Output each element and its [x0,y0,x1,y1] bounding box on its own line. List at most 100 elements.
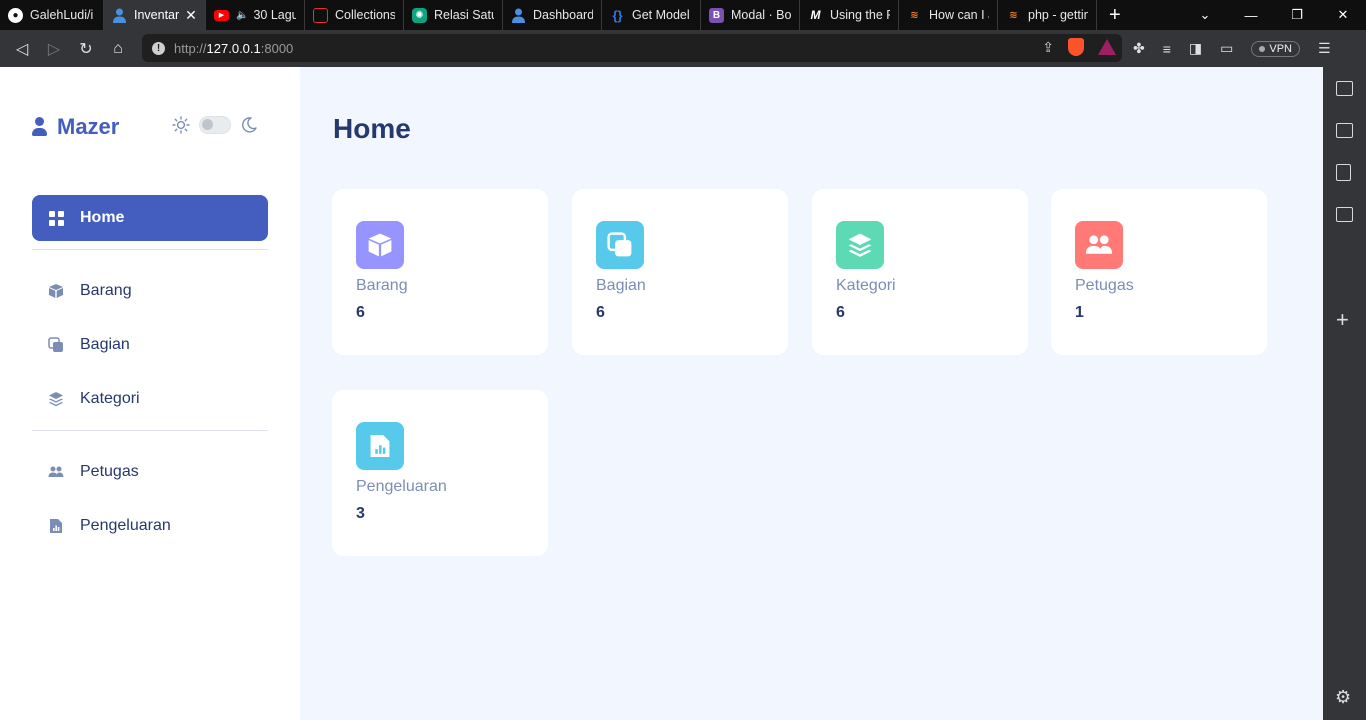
browser-toolbar: ◁ ▷ ↻ ⌂ ! http://127.0.0.1:8000 ⇪ ✤ ≡ ◨ … [0,30,1366,67]
back-icon[interactable]: ◁ [6,39,38,59]
settings-gear-icon[interactable]: ⚙ [1335,687,1351,708]
wallet-icon[interactable] [1336,123,1353,138]
browser-tab[interactable]: ≋ How can I a [899,0,998,30]
sidebar-item-label: Barang [80,282,132,299]
sidebar-item-kategori[interactable]: Kategori [32,376,268,422]
vpn-button[interactable]: VPN [1251,40,1300,57]
browser-tab-active[interactable]: Inventar ✕ [104,0,206,30]
sidebar-divider [32,249,268,250]
vpn-label: VPN [1269,42,1292,55]
minimize-button[interactable]: — [1228,8,1274,23]
vpn-status-icon [1259,45,1266,52]
wallet-icon[interactable]: ▭ [1220,40,1233,57]
sidebar-item-pengeluaran[interactable]: Pengeluaran [32,503,268,549]
browser-tab[interactable]: Dashboard [503,0,602,30]
tab-title: php - gettin [1028,8,1088,22]
media-icon[interactable]: ≡ [1163,41,1171,57]
sidebar-item-label: Kategori [80,390,140,407]
new-tab-button[interactable]: + [1109,4,1121,27]
theme-toggle [172,116,258,134]
switch-knob [202,119,213,130]
github-icon: ● [8,7,23,23]
app-sidebar: Mazer Home Barang Bagian Kategori Petuga… [0,67,300,720]
user-logo-icon [32,117,47,137]
layers-copy-icon [596,221,644,269]
sidebar-toggle-icon[interactable]: ◨ [1189,40,1202,57]
reading-list-icon[interactable] [1336,207,1353,222]
sidebar-divider [32,430,268,431]
browser-tab[interactable]: B Modal · Boo [701,0,800,30]
sidebar-item-label: Petugas [80,463,139,480]
browser-tab[interactable]: ● GalehLudi/i [0,0,104,30]
bootstrap-icon: B [709,7,724,23]
browser-tab[interactable]: ≋ php - gettin [998,0,1097,30]
close-window-button[interactable]: ✕ [1320,7,1366,23]
brave-shields-icon[interactable] [1068,38,1084,56]
people-icon [1075,221,1123,269]
sidebar-item-petugas[interactable]: Petugas [32,449,268,495]
add-panel-icon[interactable]: + [1336,309,1349,331]
sidebar-item-label: Bagian [80,336,130,353]
sidebar-item-label: Pengeluaran [80,517,171,534]
browser-tab[interactable]: {} Get Model [602,0,701,30]
layers-copy-icon [48,337,64,353]
grid-icon [48,210,64,226]
brave-rewards-icon[interactable] [1098,39,1116,55]
tab-title: How can I a [929,8,989,22]
address-bar[interactable]: ! http://127.0.0.1:8000 ⇪ [142,34,1122,62]
stat-label: Kategori [836,277,896,294]
braces-icon: {} [612,7,623,23]
report-file-icon [48,518,64,534]
page-title: Home [333,113,411,144]
bookmark-icon[interactable] [1336,164,1351,181]
tab-title: Modal · Boo [731,8,791,22]
sidebar-menu: Home Barang Bagian Kategori Petugas Peng… [32,195,268,557]
dark-mode-switch[interactable] [199,116,231,134]
stat-value: 6 [596,304,605,321]
mazer-icon [511,8,526,23]
stat-card-bagian: Bagian 6 [572,189,788,355]
sidebar-item-home[interactable]: Home [32,195,268,241]
stat-value: 6 [356,304,365,321]
sidebar-item-bagian[interactable]: Bagian [32,322,268,368]
site-info-icon[interactable]: ! [152,41,165,55]
tab-search-icon[interactable]: ⌄ [1182,7,1228,23]
audio-icon[interactable]: 🔈 [236,10,248,21]
tab-title: Inventar [134,8,180,22]
extensions-icon[interactable]: ✤ [1133,40,1145,57]
forward-icon[interactable]: ▷ [38,39,70,59]
tab-title: Collections [335,8,395,22]
sidebar-item-barang[interactable]: Barang [32,268,268,314]
stack-icon [48,391,64,407]
laravel-icon [313,7,328,23]
window-controls: ⌄ — ❐ ✕ [1182,0,1366,30]
tab-title: GalehLudi/i [30,8,94,22]
menu-icon[interactable]: ☰ [1318,40,1331,57]
url-text[interactable]: http://127.0.0.1:8000 [174,41,293,56]
browser-tab[interactable]: ▶ 🔈 30 Lagu [206,0,305,30]
stack-icon [836,221,884,269]
restore-button[interactable]: ❐ [1274,7,1320,23]
stat-label: Barang [356,277,408,294]
stat-value: 6 [836,304,845,321]
medium-icon: M [810,8,821,22]
sidebar-item-label: Home [80,209,125,226]
stat-label: Pengeluaran [356,478,447,495]
tab-title: 30 Lagu [253,8,296,22]
stackoverflow-icon: ≋ [910,9,919,21]
browser-tab[interactable]: ✺ Relasi Satu- [404,0,503,30]
chatgpt-icon: ✺ [412,7,427,23]
box-icon [48,283,64,299]
brand-logo[interactable]: Mazer [32,114,119,140]
stat-label: Petugas [1075,277,1134,294]
close-icon[interactable]: ✕ [185,7,197,24]
home-icon[interactable]: ⌂ [102,40,134,58]
browser-tab[interactable]: M Using the F [800,0,899,30]
share-icon[interactable]: ⇪ [1042,39,1054,56]
stackoverflow-icon: ≋ [1009,9,1018,21]
video-icon[interactable] [1336,81,1353,96]
brand-name: Mazer [57,114,120,139]
browser-tab[interactable]: Collections [305,0,404,30]
tab-title: Dashboard [533,8,593,22]
reload-icon[interactable]: ↻ [70,39,102,59]
